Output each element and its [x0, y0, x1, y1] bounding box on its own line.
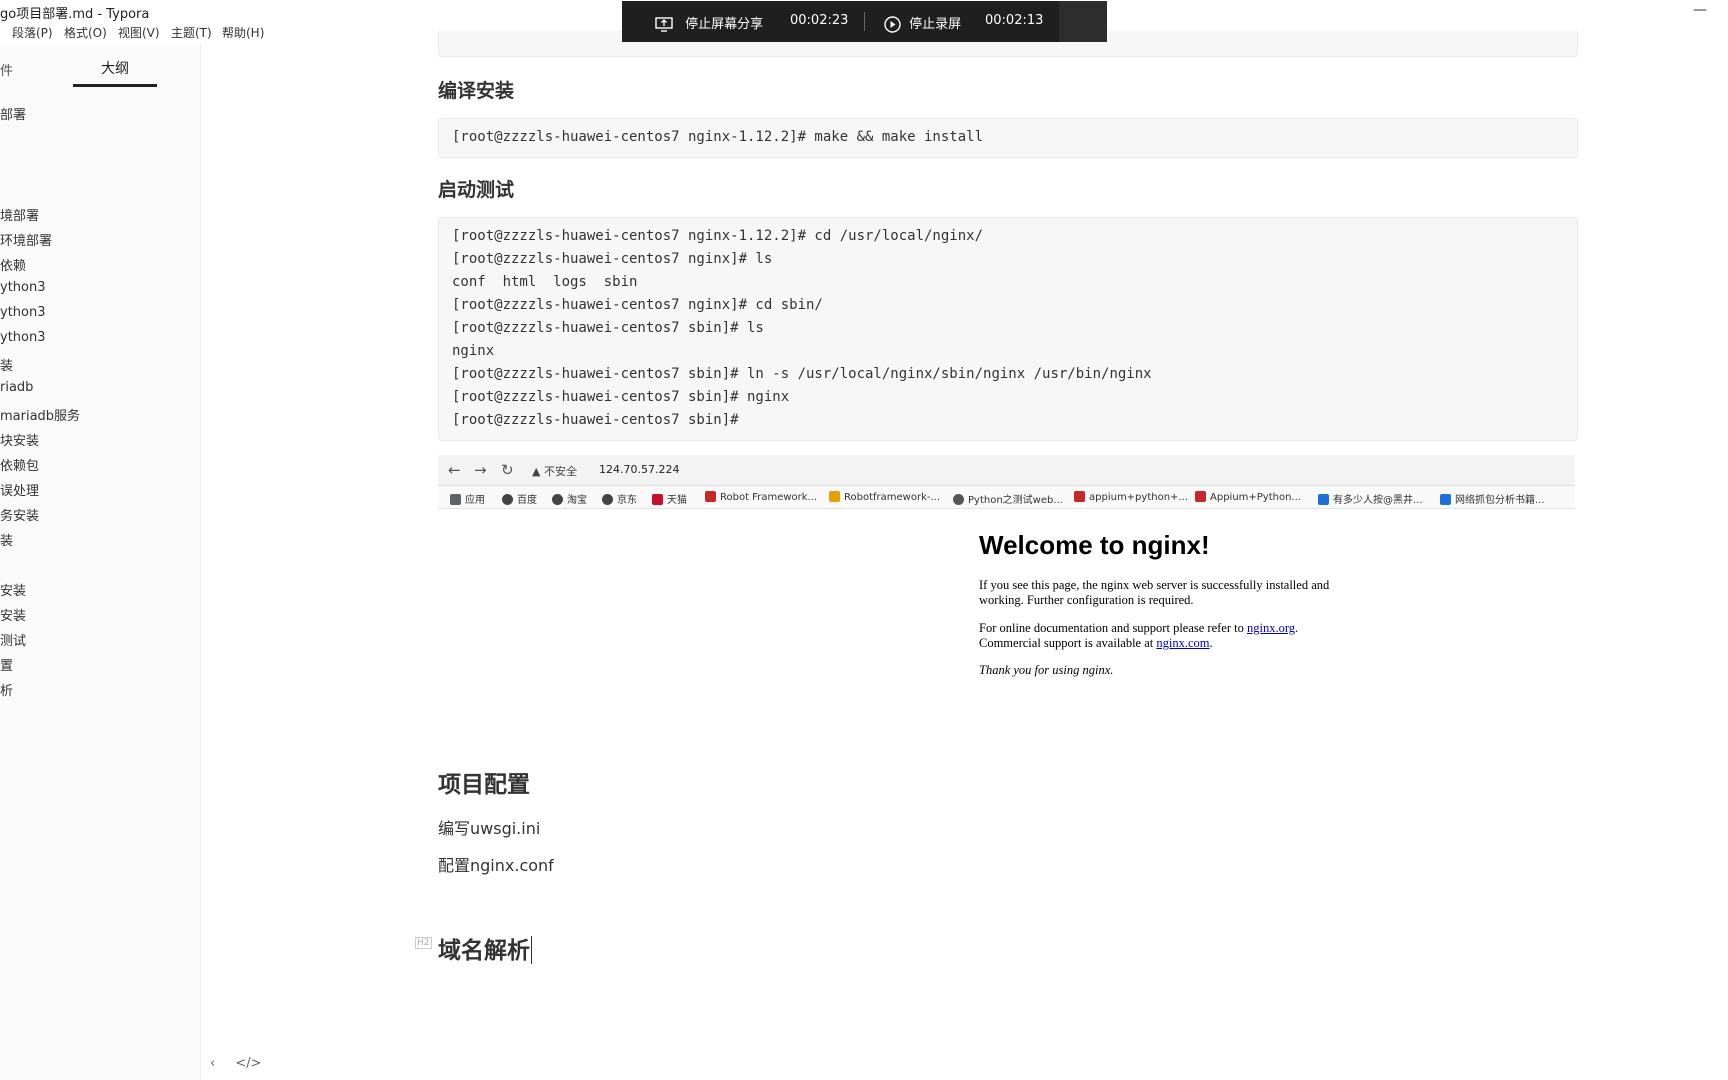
outline-item[interactable]: 装 [0, 530, 13, 549]
outline-item[interactable]: 安装 [0, 580, 26, 599]
code-line: [root@zzzzls-huawei-centos7 nginx]# ls [452, 251, 773, 267]
outline-item[interactable]: 块安装 [0, 430, 39, 449]
heading-project-config: 项目配置 [438, 772, 530, 798]
bookmark-item: appium+python+... [1074, 491, 1188, 503]
bookmark-item: 百度 [502, 491, 537, 506]
outline-item[interactable]: 安装 [0, 605, 26, 624]
bookmark-item: 应用 [450, 491, 485, 506]
paragraph-uwsgi[interactable]: 编写uwsgi.ini [438, 815, 540, 839]
outline-item[interactable]: 析 [0, 680, 13, 699]
code-line: [root@zzzzls-huawei-centos7 nginx-1.12.2… [452, 129, 984, 145]
record-play-icon [884, 16, 901, 33]
nginx-welcome-title: Welcome to nginx! [979, 530, 1210, 560]
outline-item[interactable]: 误处理 [0, 480, 39, 499]
menu-paragraph[interactable]: 段落(P) [12, 24, 53, 41]
url-text: 124.70.57.224 [599, 463, 680, 476]
tab-outline[interactable]: 大纲 [73, 58, 157, 78]
outline-item[interactable]: 依赖包 [0, 455, 39, 474]
back-icon: ← [448, 461, 461, 479]
outline-item[interactable]: 部署 [0, 104, 26, 123]
tab-files[interactable]: 件 [0, 60, 13, 79]
share-timer: 00:02:23 [790, 13, 849, 28]
stop-screen-share-button[interactable]: 停止屏幕分享 [655, 13, 763, 32]
insecure-label: ▲ 不安全 [532, 465, 577, 478]
outline-item[interactable]: 环境部署 [0, 230, 52, 249]
bookmark-item: Robotframework-... [829, 491, 940, 503]
outline-item[interactable]: 置 [0, 655, 13, 674]
outline-item[interactable]: 测试 [0, 630, 26, 649]
bookmark-item: Python之测试web... [953, 491, 1063, 506]
embedded-screenshot: ← → ↻ ▲ 不安全 124.70.57.224 应用 百度 淘宝 京东 天猫… [438, 455, 1575, 713]
nginx-com-link: nginx.com [1156, 636, 1210, 650]
browser-toolbar: ← → ↻ ▲ 不安全 124.70.57.224 [438, 455, 1575, 486]
outline-item[interactable]: 依赖 [0, 255, 26, 274]
recording-bar-handle[interactable] [1059, 1, 1107, 42]
heading-level-marker: H2 [415, 937, 432, 949]
outline-item[interactable]: ython3 [0, 305, 46, 320]
heading-start-test: 启动测试 [438, 179, 515, 201]
reload-icon: ↻ [501, 461, 514, 479]
active-tab-indicator [73, 84, 157, 87]
code-line: [root@zzzzls-huawei-centos7 nginx]# cd s… [452, 297, 823, 313]
paragraph-nginx-conf[interactable]: 配置nginx.conf [438, 852, 554, 876]
bookmark-item: 京东 [602, 491, 637, 506]
outline-item[interactable]: ython3 [0, 280, 46, 295]
sidebar: 件 大纲 部署 境部署 环境部署 依赖 ython3 ython3 ython3… [0, 44, 201, 1080]
menu-format[interactable]: 格式(O) [64, 24, 107, 41]
code-line: conf html logs sbin [452, 274, 638, 290]
screen-share-icon [655, 17, 673, 32]
forward-icon: → [474, 461, 487, 479]
nginx-paragraph: For online documentation and support ple… [979, 621, 1299, 650]
code-line: nginx [452, 343, 495, 359]
divider [864, 12, 865, 31]
code-line: [root@zzzzls-huawei-centos7 sbin]# ls [452, 320, 764, 336]
heading-compile-install: 编译安装 [438, 80, 515, 102]
code-block-compile[interactable]: [root@zzzzls-huawei-centos7 nginx-1.12.2… [438, 118, 1578, 158]
bookmark-item: Appium+Python... [1195, 491, 1301, 503]
outline-item[interactable]: 务安装 [0, 505, 39, 524]
outline-item[interactable]: 境部署 [0, 205, 39, 224]
nginx-org-link: nginx.org [1246, 621, 1296, 635]
screen-recording-bar: 停止屏幕分享 00:02:23 停止录屏 00:02:13 [622, 1, 1107, 42]
outline-item[interactable]: ython3 [0, 330, 46, 345]
bookmark-item: 天猫 [652, 491, 687, 506]
record-timer: 00:02:13 [985, 13, 1044, 28]
outline-item[interactable]: mariadb服务 [0, 405, 80, 424]
menu-view[interactable]: 视图(V) [118, 24, 160, 41]
bookmark-item: 淘宝 [552, 491, 587, 506]
bookmark-item: 有多少人按@黑井... [1318, 491, 1423, 506]
bookmarks-bar: 应用 百度 淘宝 京东 天猫 Robot Framework... Robotf… [438, 486, 1575, 509]
heading-dns[interactable]: 域名解析 [438, 931, 532, 965]
code-block-start-test[interactable]: [root@zzzzls-huawei-centos7 nginx-1.12.2… [438, 217, 1578, 441]
nginx-thanks: Thank you for using nginx. [979, 663, 1114, 677]
outline-item[interactable]: 装 [0, 355, 13, 374]
stop-recording-button[interactable]: 停止录屏 [884, 13, 961, 33]
code-line: [root@zzzzls-huawei-centos7 sbin]# ln -s… [452, 366, 1152, 382]
text-caret [531, 936, 532, 964]
code-line: [root@zzzzls-huawei-centos7 nginx-1.12.2… [452, 228, 984, 244]
window-title: go项目部署.md - Typora [0, 7, 150, 22]
code-line: [root@zzzzls-huawei-centos7 sbin]# nginx [452, 389, 790, 405]
outline-item[interactable]: riadb [0, 380, 33, 395]
code-line: [root@zzzzls-huawei-centos7 sbin]# [452, 412, 739, 428]
nginx-paragraph: If you see this page, the nginx web serv… [979, 578, 1330, 607]
editor[interactable]: 编译安装 [root@zzzzls-huawei-centos7 nginx-1… [200, 0, 1728, 1080]
bookmark-item: Robot Framework... [705, 491, 817, 503]
bookmark-item: 网络抓包分析书籍... [1440, 491, 1545, 506]
